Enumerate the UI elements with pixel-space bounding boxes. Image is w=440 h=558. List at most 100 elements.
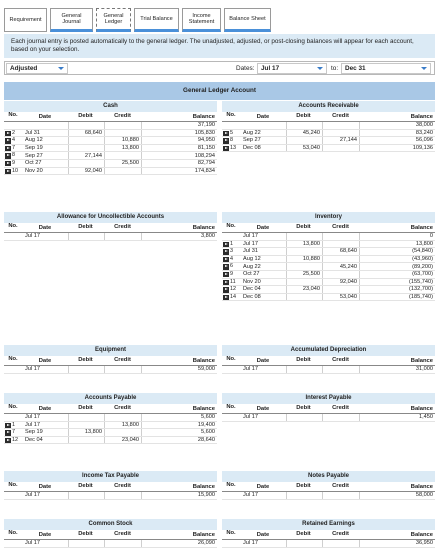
tab-label: General Ledger bbox=[103, 12, 124, 25]
from-date-select[interactable]: Jul 17 bbox=[257, 63, 327, 74]
row-date: Sep 19 bbox=[25, 145, 43, 152]
col-balance: Balance bbox=[192, 484, 215, 490]
entry-link-icon[interactable] bbox=[223, 271, 229, 278]
row-credit bbox=[105, 122, 142, 129]
entry-link-icon[interactable] bbox=[5, 168, 11, 174]
col-balance: Balance bbox=[192, 358, 215, 364]
col-date: Date bbox=[256, 484, 270, 490]
entry-link-icon[interactable] bbox=[223, 138, 229, 144]
col-debit: Debit bbox=[78, 357, 93, 363]
entry-number: 1 bbox=[230, 240, 233, 247]
entry-link-icon[interactable] bbox=[223, 256, 229, 263]
tab-label: General Journal bbox=[61, 12, 82, 25]
entry-link-icon[interactable] bbox=[223, 279, 229, 285]
to-date-value: Dec 31 bbox=[345, 65, 366, 72]
table-row: Jul 17 59,000 bbox=[4, 366, 217, 374]
row-no: 8 bbox=[4, 152, 22, 159]
col-credit: Credit bbox=[332, 224, 349, 230]
col-balance: Balance bbox=[192, 225, 215, 231]
row-debit bbox=[68, 414, 105, 421]
col-no: No. bbox=[8, 404, 18, 410]
row-no bbox=[222, 122, 240, 129]
col-debit: Debit bbox=[296, 531, 311, 537]
tab-general-ledger[interactable]: General Ledger bbox=[96, 8, 131, 32]
tab-bar: Requirement General Journal General Ledg… bbox=[4, 8, 274, 32]
col-balance: Balance bbox=[192, 114, 215, 120]
col-credit: Credit bbox=[114, 531, 131, 537]
entry-link-icon[interactable] bbox=[5, 160, 11, 167]
row-date: Jul 17 bbox=[25, 421, 40, 428]
row-credit: 23,040 bbox=[105, 436, 142, 444]
row-debit: 23,040 bbox=[286, 286, 323, 293]
row-no: 14 bbox=[222, 294, 240, 301]
row-credit: 13,800 bbox=[105, 144, 142, 152]
table-row: Jul 17 31,000 bbox=[222, 366, 435, 374]
col-debit: Debit bbox=[296, 483, 311, 489]
row-balance: 15,900 bbox=[197, 492, 215, 499]
tab-trial-balance[interactable]: Trial Balance bbox=[134, 8, 179, 32]
row-no: 13 bbox=[222, 145, 240, 152]
row-balance: 81,150 bbox=[197, 145, 215, 152]
row-balance: 36,950 bbox=[415, 540, 433, 547]
row-date: Jul 31 bbox=[243, 248, 258, 255]
tab-label: Income Statement bbox=[188, 12, 215, 25]
tab-general-journal[interactable]: General Journal bbox=[50, 8, 93, 32]
row-date: Dec 04 bbox=[25, 437, 43, 444]
entry-link-icon[interactable] bbox=[223, 294, 229, 301]
tab-requirement[interactable]: Requirement bbox=[4, 8, 47, 32]
ledger-title: General Ledger Account bbox=[4, 82, 435, 100]
col-debit: Debit bbox=[296, 224, 311, 230]
table-row: 6 Aug 22 45,240 (89,200) bbox=[222, 263, 435, 271]
col-no: No. bbox=[226, 112, 236, 118]
to-date-select[interactable]: Dec 31 bbox=[341, 63, 431, 74]
col-no: No. bbox=[8, 482, 18, 488]
entry-link-icon[interactable] bbox=[5, 138, 11, 144]
entry-link-icon[interactable] bbox=[5, 130, 11, 136]
row-debit bbox=[286, 492, 323, 499]
table-row: 38,000 bbox=[222, 122, 435, 130]
table-row: 2 Jul 31 68,640 105,830 bbox=[4, 129, 217, 138]
row-no: 12 bbox=[222, 286, 240, 293]
entry-link-icon[interactable] bbox=[223, 249, 229, 255]
row-date: Oct 27 bbox=[25, 160, 42, 167]
table-row: Jul 17 3,800 bbox=[4, 233, 217, 241]
row-no bbox=[4, 233, 22, 240]
entry-link-icon[interactable] bbox=[223, 287, 229, 293]
entry-link-icon[interactable] bbox=[223, 264, 229, 270]
entry-link-icon[interactable] bbox=[223, 130, 229, 136]
ledger-account: Common Stock No. Date Debit Credit Balance Jul… bbox=[4, 519, 217, 548]
row-debit bbox=[68, 159, 105, 167]
entry-link-icon[interactable] bbox=[5, 145, 11, 152]
col-date: Date bbox=[256, 114, 270, 120]
column-headers: No. Date Debit Credit Balance bbox=[222, 404, 435, 414]
entry-number: 10 bbox=[12, 167, 18, 174]
row-balance: 19,400 bbox=[197, 421, 215, 428]
row-debit: 68,640 bbox=[68, 129, 105, 137]
row-debit bbox=[68, 540, 105, 547]
table-row: 5 Aug 22 45,240 83,240 bbox=[222, 129, 435, 138]
row-credit: 68,640 bbox=[323, 248, 360, 255]
row-credit bbox=[105, 429, 142, 436]
entry-number: 9 bbox=[12, 159, 15, 166]
view-select[interactable]: Adjusted bbox=[6, 63, 68, 74]
tab-income-statement[interactable]: Income Statement bbox=[182, 8, 221, 32]
row-debit bbox=[286, 414, 323, 421]
row-credit: 13,800 bbox=[105, 421, 142, 429]
entry-link-icon[interactable] bbox=[223, 145, 229, 152]
entry-link-icon[interactable] bbox=[5, 437, 11, 444]
row-date: Jul 17 bbox=[243, 540, 258, 547]
row-balance: 5,600 bbox=[201, 414, 215, 421]
column-headers: No. Date Debit Credit Balance bbox=[222, 482, 435, 492]
col-credit: Credit bbox=[114, 483, 131, 489]
entry-link-icon[interactable] bbox=[223, 241, 229, 247]
row-balance: (155,740) bbox=[409, 278, 433, 285]
table-row: Jul 17 15,900 bbox=[4, 492, 217, 500]
col-no: No. bbox=[8, 112, 18, 118]
entry-link-icon[interactable] bbox=[5, 153, 11, 159]
tab-balance-sheet[interactable]: Balance Sheet bbox=[224, 8, 271, 32]
entry-link-icon[interactable] bbox=[5, 422, 11, 428]
chevron-down-icon bbox=[58, 67, 64, 70]
row-balance: 58,000 bbox=[415, 492, 433, 499]
entry-link-icon[interactable] bbox=[5, 430, 11, 436]
row-no: 10 bbox=[4, 168, 22, 175]
